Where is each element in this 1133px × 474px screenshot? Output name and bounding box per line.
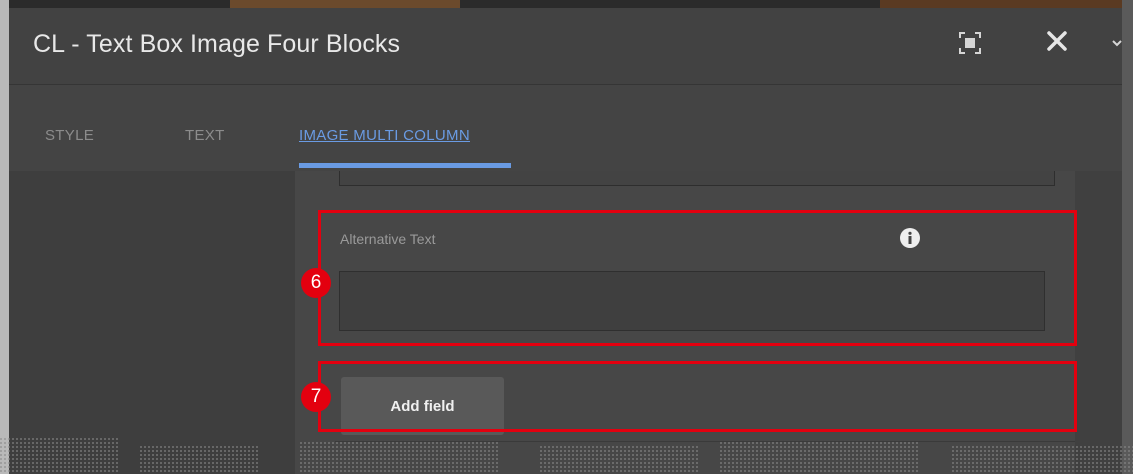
tab-bar: STYLE TEXT IMAGE MULTI COLUMN: [9, 85, 1122, 171]
background-accent: [880, 0, 1133, 8]
dialog-sidebar: [9, 171, 295, 474]
tab-text[interactable]: TEXT: [185, 127, 225, 144]
annotation-marker-7: 7: [301, 382, 331, 412]
window-top-strip: [0, 0, 1133, 8]
scroll-gutter: [1075, 171, 1122, 474]
annotation-marker-6: 6: [301, 268, 331, 298]
annotation-box-add-field: [318, 361, 1077, 432]
previous-field-bottom: [339, 171, 1055, 186]
dialog-title: CL - Text Box Image Four Blocks: [33, 30, 401, 58]
page-background-left: [0, 0, 9, 474]
panel-bottom-border: [335, 441, 1075, 442]
chevron-down-icon[interactable]: [1112, 38, 1122, 48]
close-icon[interactable]: [1045, 29, 1069, 53]
active-tab-indicator: [299, 163, 511, 168]
tab-style[interactable]: STYLE: [45, 127, 94, 144]
annotation-box-alternative-text: [318, 210, 1077, 346]
fullscreen-icon[interactable]: [959, 32, 981, 54]
dialog-title-bar: CL - Text Box Image Four Blocks: [9, 8, 1122, 85]
background-accent: [230, 0, 460, 8]
tab-image-multi-column[interactable]: IMAGE MULTI COLUMN: [299, 127, 470, 144]
page-background-right: [1122, 0, 1133, 474]
